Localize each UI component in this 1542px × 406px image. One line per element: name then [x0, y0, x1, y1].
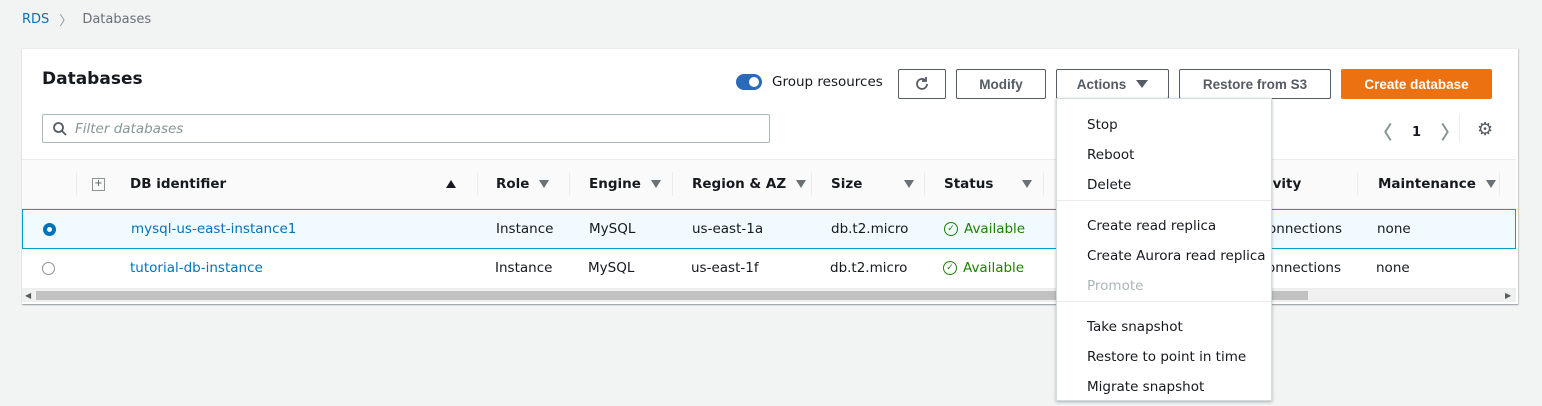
sort-ascending-icon[interactable]: [446, 160, 456, 208]
size-cell: db.t2.micro: [831, 221, 909, 237]
column-engine[interactable]: Engine: [589, 160, 661, 208]
menu-item-restore-to-point-in-time[interactable]: Restore to point in time: [1087, 345, 1246, 369]
column-status-label: Status: [944, 176, 994, 192]
group-resources-toggle[interactable]: Group resources: [736, 74, 883, 90]
column-activity[interactable]: ivity: [1268, 160, 1301, 208]
breadcrumb-rds-link[interactable]: RDS: [22, 12, 49, 27]
column-maintenance-label: Maintenance: [1378, 176, 1476, 192]
refresh-icon: [916, 77, 928, 90]
role-cell: Instance: [495, 260, 553, 276]
next-page-icon[interactable]: 〉: [1441, 119, 1459, 145]
db-identifier-link[interactable]: tutorial-db-instance: [130, 249, 263, 287]
column-db-identifier-label: DB identifier: [130, 176, 227, 192]
maintenance-cell: none: [1376, 260, 1410, 276]
sort-caret-icon[interactable]: [894, 160, 914, 208]
horizontal-scrollbar[interactable]: ◀ ▶: [22, 289, 1516, 302]
role-cell: Instance: [496, 221, 554, 237]
menu-item-delete[interactable]: Delete: [1087, 173, 1131, 197]
actions-button[interactable]: Actions: [1056, 69, 1169, 99]
table-header: + DB identifier Role Engine Region & AZ …: [22, 159, 1516, 209]
breadcrumb: RDS 〉 Databases: [22, 10, 151, 29]
size-cell: db.t2.micro: [830, 260, 908, 276]
expand-all-icon[interactable]: +: [92, 160, 105, 208]
column-activity-label: ivity: [1268, 176, 1302, 192]
menu-item-create-aurora-read-replica[interactable]: Create Aurora read replica: [1087, 244, 1266, 268]
status-cell: ✓ Available: [944, 210, 1025, 248]
column-engine-label: Engine: [589, 176, 641, 192]
chevron-right-icon: 〉: [59, 14, 73, 29]
caret-down-icon: [1136, 80, 1149, 88]
current-page[interactable]: 1: [1412, 125, 1421, 140]
column-maintenance[interactable]: Maintenance: [1378, 160, 1496, 208]
filter-databases-input[interactable]: [75, 120, 755, 137]
toggle-switch[interactable]: [736, 74, 762, 90]
menu-item-create-read-replica[interactable]: Create read replica: [1087, 214, 1216, 238]
region-cell: us-east-1a: [692, 221, 764, 237]
table-row[interactable]: mysql-us-east-instance1 Instance MySQL u…: [22, 209, 1516, 249]
modify-button[interactable]: Modify: [956, 69, 1046, 99]
column-db-identifier[interactable]: DB identifier: [130, 160, 226, 208]
search-icon: [53, 121, 67, 136]
restore-from-s3-button[interactable]: Restore from S3: [1179, 69, 1331, 99]
pagination: 〈 1 〉: [1374, 119, 1459, 145]
divider: [1459, 114, 1460, 142]
engine-cell: MySQL: [588, 260, 635, 276]
activity-cell: onnections: [1267, 260, 1341, 276]
actions-label: Actions: [1076, 76, 1127, 92]
refresh-button[interactable]: [898, 69, 946, 99]
maintenance-cell: none: [1377, 221, 1411, 237]
column-role-label: Role: [496, 176, 530, 192]
sort-caret-icon[interactable]: [1012, 160, 1032, 208]
breadcrumb-current: Databases: [82, 12, 152, 27]
column-region-label: Region & AZ: [692, 176, 787, 192]
menu-divider: [1057, 200, 1271, 201]
actions-dropdown-menu: Stop Reboot Delete Create read replica C…: [1056, 98, 1272, 401]
engine-cell: MySQL: [589, 221, 636, 237]
page-title: Databases: [42, 69, 143, 89]
sort-caret-icon: [650, 180, 661, 188]
scroll-left-icon[interactable]: ◀: [25, 289, 31, 302]
table-row[interactable]: tutorial-db-instance Instance MySQL us-e…: [22, 249, 1516, 289]
check-circle-icon: ✓: [944, 222, 958, 236]
activity-cell: onnections: [1268, 221, 1342, 237]
db-identifier-link[interactable]: mysql-us-east-instance1: [131, 210, 296, 248]
group-resources-label: Group resources: [772, 74, 883, 90]
column-status[interactable]: Status: [944, 160, 993, 208]
menu-item-take-snapshot[interactable]: Take snapshot: [1087, 315, 1183, 339]
menu-divider: [1057, 301, 1271, 302]
region-cell: us-east-1f: [691, 260, 759, 276]
status-text: Available: [963, 260, 1025, 276]
sort-caret-icon: [796, 180, 807, 188]
column-size-label: Size: [831, 176, 863, 192]
sort-caret-icon: [539, 180, 550, 188]
menu-item-promote: Promote: [1087, 278, 1144, 294]
menu-item-stop[interactable]: Stop: [1087, 113, 1118, 137]
status-cell: ✓ Available: [943, 249, 1024, 287]
sort-caret-icon: [1485, 180, 1496, 188]
column-region[interactable]: Region & AZ: [692, 160, 807, 208]
menu-item-reboot[interactable]: Reboot: [1087, 143, 1134, 167]
gear-icon[interactable]: ⚙: [1477, 119, 1493, 140]
row-radio[interactable]: [42, 261, 55, 275]
status-text: Available: [964, 221, 1026, 237]
databases-panel: Databases Group resources Modify Actions…: [22, 48, 1518, 304]
row-radio[interactable]: [43, 222, 56, 236]
create-database-button[interactable]: Create database: [1341, 69, 1492, 99]
menu-item-migrate-snapshot[interactable]: Migrate snapshot: [1087, 375, 1204, 399]
filter-search: [42, 114, 770, 143]
column-role[interactable]: Role: [496, 160, 550, 208]
scroll-right-icon[interactable]: ▶: [1505, 289, 1511, 302]
column-size[interactable]: Size: [831, 160, 862, 208]
previous-page-icon[interactable]: 〈: [1374, 119, 1392, 145]
check-circle-icon: ✓: [943, 261, 957, 275]
